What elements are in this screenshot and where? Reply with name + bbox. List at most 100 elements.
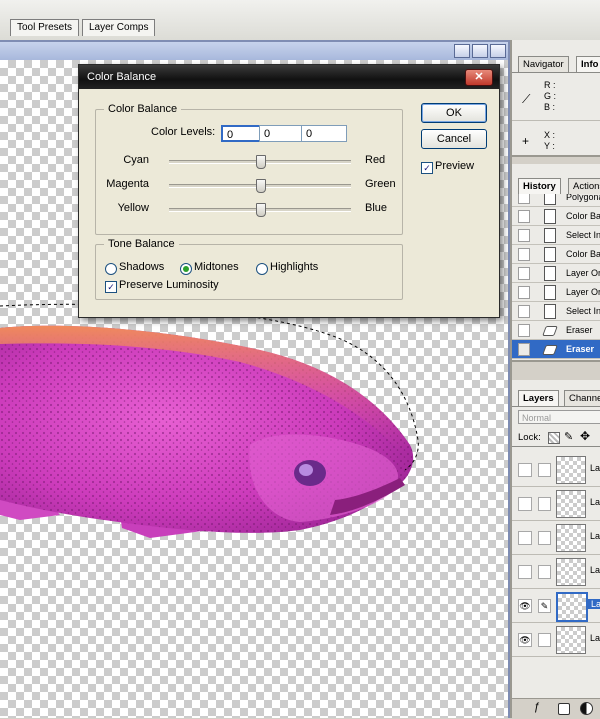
restore-button[interactable] (472, 44, 488, 58)
cyan-red-slider[interactable] (256, 155, 266, 169)
document-titlebar[interactable] (0, 42, 508, 60)
magenta-green-slider[interactable] (256, 179, 266, 193)
history-item[interactable]: Layer Or (512, 283, 600, 302)
minimize-button[interactable] (454, 44, 470, 58)
history-item[interactable]: Layer Or (512, 264, 600, 283)
preserve-luminosity-checkbox[interactable]: ✓ (105, 281, 117, 293)
b-label: B : (544, 102, 556, 112)
layer-row[interactable]: 👁 Lay (512, 623, 600, 657)
link-toggle[interactable] (538, 497, 551, 511)
tab-tool-presets[interactable]: Tool Presets (10, 19, 80, 36)
visibility-toggle[interactable] (518, 565, 532, 579)
tab-layers[interactable]: Layers (518, 390, 559, 406)
history-list: Polygonal Color Ba Select In Color Ba La… (512, 194, 600, 360)
layer-name: Lay (588, 599, 600, 609)
history-item-label: Color Ba (566, 249, 600, 259)
history-item-label: Eraser (566, 325, 593, 335)
shadows-radio[interactable] (105, 263, 117, 275)
history-item[interactable]: Color Ba (512, 245, 600, 264)
yellow-label: Yellow (117, 202, 149, 214)
rgb-readout: R : G : B : (544, 80, 556, 113)
brush-icon[interactable]: ✎ (538, 599, 551, 613)
lock-label: Lock: (518, 432, 541, 443)
layer-row[interactable]: Lay (512, 555, 600, 589)
link-toggle[interactable] (538, 633, 551, 647)
close-window-button[interactable] (490, 44, 506, 58)
layer-thumbnail (556, 558, 586, 586)
history-item-label: Layer Or (566, 268, 600, 278)
layer-name: Lay (590, 497, 600, 507)
visibility-toggle[interactable] (518, 531, 532, 545)
lock-pixels-icon[interactable]: ✎ (564, 430, 573, 443)
history-item-label: Eraser (566, 344, 595, 354)
level-input-yellow-blue[interactable]: 0 (301, 125, 347, 142)
tab-navigator[interactable]: Navigator (518, 56, 569, 72)
highlights-radio[interactable] (256, 263, 268, 275)
dialog-title: Color Balance (87, 71, 157, 83)
layer-thumbnail (556, 490, 586, 518)
history-item-label: Select In (566, 306, 600, 316)
link-toggle[interactable] (538, 463, 551, 477)
shadows-label: Shadows (119, 261, 165, 273)
dialog-titlebar[interactable]: Color Balance ✕ (79, 65, 499, 89)
panel-divider (512, 406, 600, 407)
layer-row[interactable]: Lay (512, 521, 600, 555)
layer-row-selected[interactable]: 👁 ✎ Lay (512, 589, 600, 623)
tab-channels[interactable]: Channe (564, 390, 600, 406)
xy-readout: X : Y : (544, 130, 555, 152)
link-toggle[interactable] (538, 565, 551, 579)
layer-name: Lay (590, 565, 600, 575)
tone-balance-legend: Tone Balance (108, 238, 175, 250)
ok-button[interactable]: OK (421, 103, 487, 123)
layers-footer: ƒ (512, 698, 600, 719)
layer-thumbnail (556, 626, 586, 654)
magenta-label: Magenta (106, 178, 149, 190)
tab-layer-comps[interactable]: Layer Comps (82, 19, 156, 36)
blue-label: Blue (365, 202, 388, 214)
lock-position-icon[interactable]: ✥ (580, 429, 590, 443)
level-input-magenta-green[interactable]: 0 (259, 125, 305, 142)
history-item[interactable]: Color Ba (512, 207, 600, 226)
layer-thumbnail (556, 456, 586, 484)
y-label: Y : (544, 141, 555, 151)
visibility-toggle[interactable] (518, 497, 532, 511)
color-levels-label: Color Levels: (151, 126, 216, 138)
adjustment-layer-icon[interactable] (580, 702, 593, 715)
link-toggle[interactable] (538, 531, 551, 545)
panel-divider (512, 446, 600, 447)
lock-transparency-icon[interactable] (548, 432, 560, 444)
tab-info[interactable]: Info (576, 56, 600, 72)
visibility-toggle[interactable] (518, 463, 532, 477)
layer-thumbnail (556, 592, 588, 622)
cyan-label: Cyan (123, 154, 149, 166)
layer-style-icon[interactable]: ƒ (534, 701, 540, 713)
tab-actions[interactable]: Actions (568, 178, 600, 194)
mask-icon[interactable] (558, 703, 570, 715)
history-panel: History Actions Polygonal Color Ba Selec… (512, 164, 600, 362)
history-item[interactable]: Select In (512, 302, 600, 321)
layer-thumbnail (556, 524, 586, 552)
history-item[interactable]: Polygonal (512, 194, 600, 207)
panel-divider (512, 72, 600, 73)
history-item[interactable]: Eraser (512, 321, 600, 340)
cancel-button[interactable]: Cancel (421, 129, 487, 149)
eye-icon[interactable]: 👁 (518, 599, 532, 613)
history-item-label: Color Ba (566, 211, 600, 221)
preview-checkbox[interactable]: ✓ (421, 162, 433, 174)
midtones-radio[interactable] (180, 263, 192, 275)
history-item-selected[interactable]: Eraser (512, 340, 600, 359)
right-panel-dock: Navigator Info ⟋ R : G : B : + X : Y : H… (510, 40, 600, 719)
preserve-luminosity-label: Preserve Luminosity (119, 279, 219, 291)
layer-row[interactable]: Lay (512, 487, 600, 521)
tab-history[interactable]: History (518, 178, 561, 194)
eye-icon[interactable]: 👁 (518, 633, 532, 647)
history-item[interactable]: Select In (512, 226, 600, 245)
g-label: G : (544, 91, 557, 101)
preview-label: Preview (435, 160, 475, 172)
yellow-blue-slider[interactable] (256, 203, 266, 217)
layer-row[interactable]: Lay (512, 453, 600, 487)
blend-mode-select[interactable]: Normal (518, 410, 600, 424)
layer-name: Lay (590, 633, 600, 643)
close-icon[interactable]: ✕ (465, 69, 493, 86)
crosshair-icon: + (522, 134, 530, 148)
